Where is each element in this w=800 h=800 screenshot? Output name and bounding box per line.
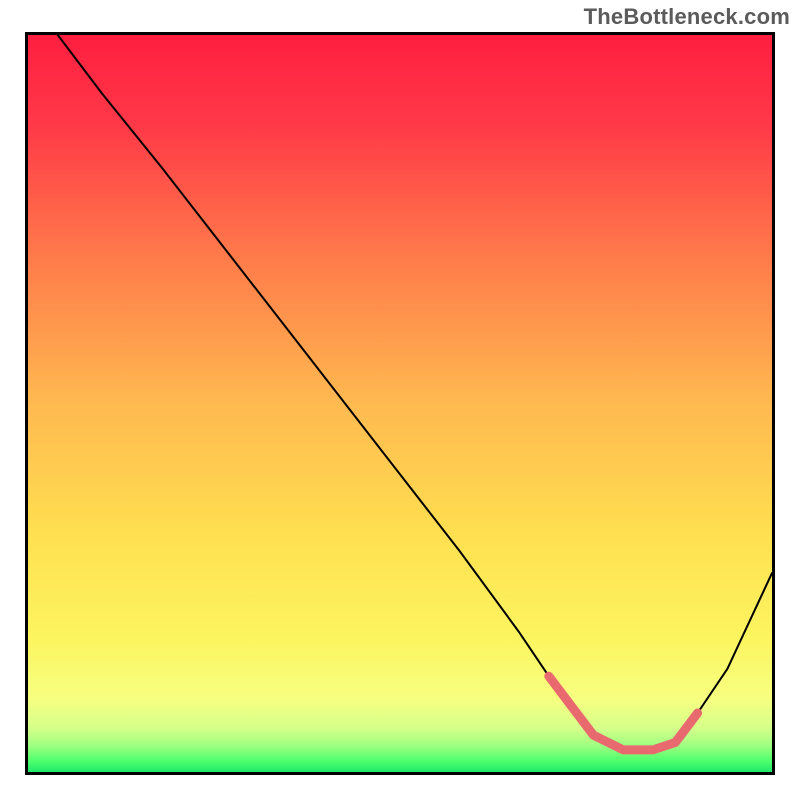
gradient-background [28,35,772,772]
plot-area [25,32,775,775]
attribution-text: TheBottleneck.com [584,4,790,30]
chart-frame: TheBottleneck.com [0,0,800,800]
plot-svg [28,35,772,772]
